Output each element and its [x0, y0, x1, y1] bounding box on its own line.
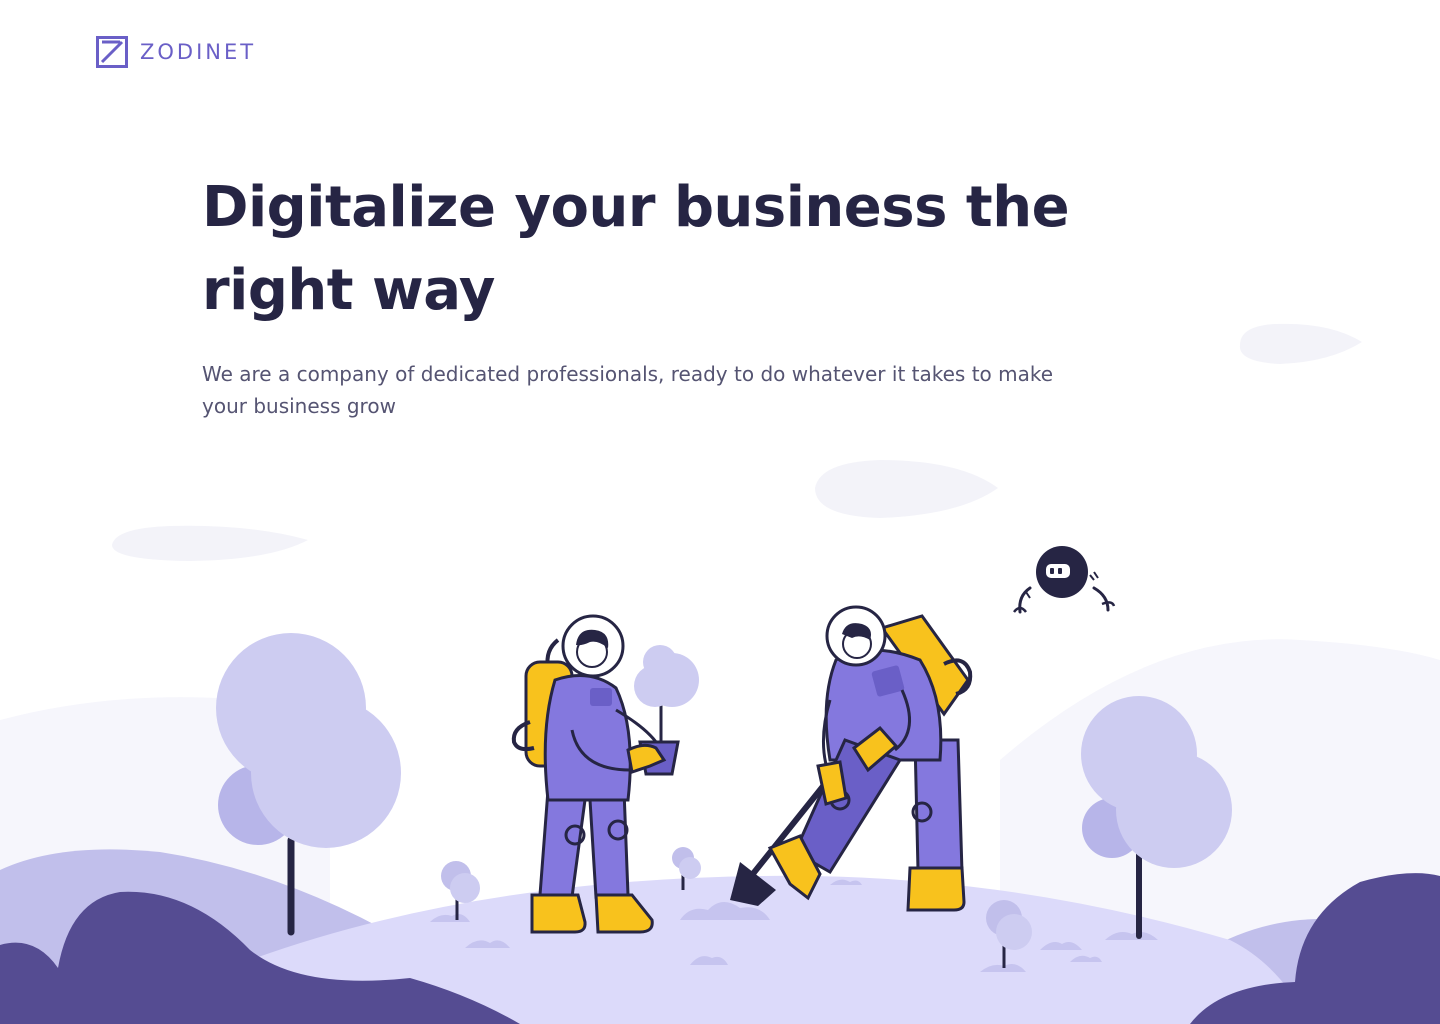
flying-robot-icon — [1013, 546, 1116, 614]
astronaut-digging — [730, 605, 973, 912]
background-clouds — [112, 323, 1362, 561]
hero-illustration — [0, 323, 1440, 1024]
